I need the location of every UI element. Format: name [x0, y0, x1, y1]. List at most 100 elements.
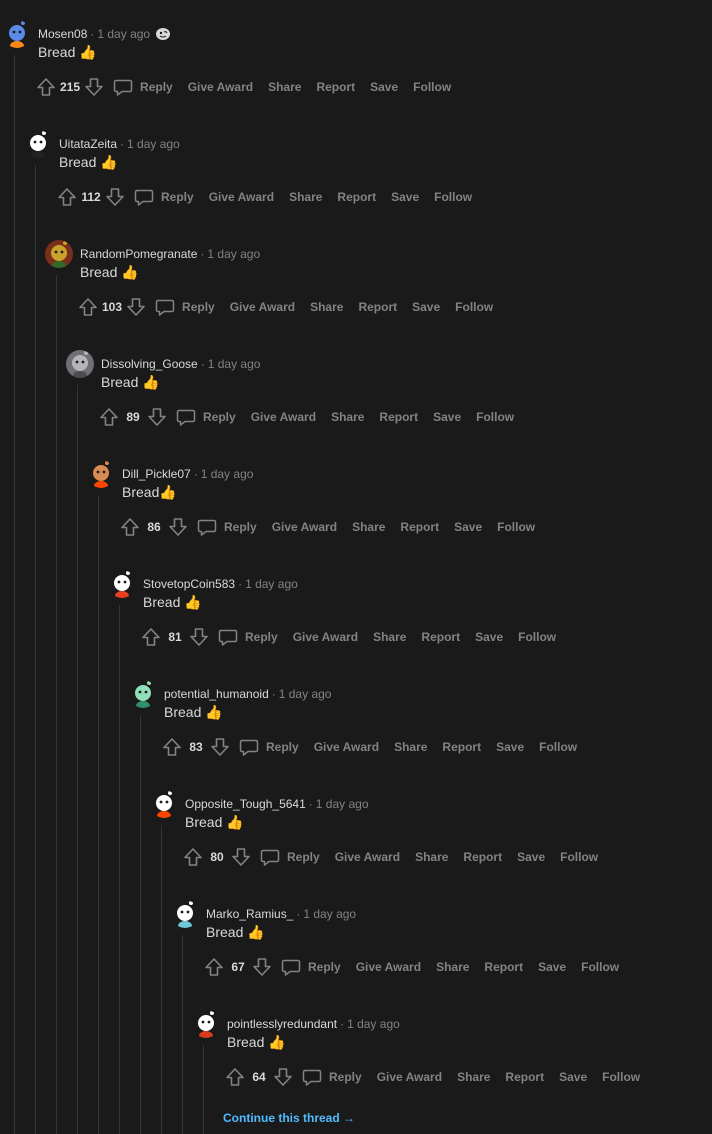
- avatar[interactable]: [3, 20, 31, 48]
- thread-line[interactable]: [14, 55, 15, 1134]
- report-button[interactable]: Report: [484, 960, 523, 974]
- save-button[interactable]: Save: [496, 740, 524, 754]
- give-award-button[interactable]: Give Award: [230, 300, 295, 314]
- avatar[interactable]: [192, 1010, 220, 1038]
- reply-button[interactable]: Reply: [302, 1067, 362, 1087]
- save-button[interactable]: Save: [517, 850, 545, 864]
- author-link[interactable]: Mosen08: [38, 27, 87, 41]
- downvote-button[interactable]: [83, 76, 105, 98]
- report-button[interactable]: Report: [442, 740, 481, 754]
- reply-button[interactable]: Reply: [260, 847, 320, 867]
- report-button[interactable]: Report: [400, 520, 439, 534]
- give-award-button[interactable]: Give Award: [356, 960, 421, 974]
- report-button[interactable]: Report: [316, 80, 355, 94]
- follow-button[interactable]: Follow: [518, 630, 556, 644]
- share-button[interactable]: Share: [415, 850, 448, 864]
- author-link[interactable]: Dissolving_Goose: [101, 357, 198, 371]
- timestamp[interactable]: 1 day ago: [97, 27, 150, 41]
- thread-line[interactable]: [56, 275, 57, 1134]
- avatar[interactable]: [129, 680, 157, 708]
- timestamp[interactable]: 1 day ago: [207, 247, 260, 261]
- avatar[interactable]: [24, 130, 52, 158]
- timestamp[interactable]: 1 day ago: [127, 137, 180, 151]
- timestamp[interactable]: 1 day ago: [201, 467, 254, 481]
- report-button[interactable]: Report: [505, 1070, 544, 1084]
- downvote-button[interactable]: [104, 186, 126, 208]
- share-button[interactable]: Share: [373, 630, 406, 644]
- share-button[interactable]: Share: [268, 80, 301, 94]
- author-link[interactable]: Marko_Ramius_: [206, 907, 293, 921]
- give-award-button[interactable]: Give Award: [314, 740, 379, 754]
- author-link[interactable]: StovetopCoin583: [143, 577, 235, 591]
- author-link[interactable]: pointlesslyredundant: [227, 1017, 337, 1031]
- share-button[interactable]: Share: [394, 740, 427, 754]
- share-button[interactable]: Share: [352, 520, 385, 534]
- timestamp[interactable]: 1 day ago: [347, 1017, 400, 1031]
- downvote-button[interactable]: [146, 406, 168, 428]
- reply-button[interactable]: Reply: [176, 407, 236, 427]
- share-button[interactable]: Share: [289, 190, 322, 204]
- upvote-button[interactable]: [35, 76, 57, 98]
- downvote-button[interactable]: [230, 846, 252, 868]
- give-award-button[interactable]: Give Award: [293, 630, 358, 644]
- thread-line[interactable]: [119, 605, 120, 1134]
- follow-button[interactable]: Follow: [434, 190, 472, 204]
- reply-button[interactable]: Reply: [281, 957, 341, 977]
- reply-button[interactable]: Reply: [113, 77, 173, 97]
- follow-button[interactable]: Follow: [476, 410, 514, 424]
- upvote-button[interactable]: [77, 296, 99, 318]
- save-button[interactable]: Save: [454, 520, 482, 534]
- save-button[interactable]: Save: [538, 960, 566, 974]
- downvote-button[interactable]: [125, 296, 147, 318]
- reply-button[interactable]: Reply: [197, 517, 257, 537]
- avatar[interactable]: [108, 570, 136, 598]
- downvote-button[interactable]: [272, 1066, 294, 1088]
- give-award-button[interactable]: Give Award: [188, 80, 253, 94]
- report-button[interactable]: Report: [421, 630, 460, 644]
- share-button[interactable]: Share: [436, 960, 469, 974]
- share-button[interactable]: Share: [331, 410, 364, 424]
- upvote-button[interactable]: [98, 406, 120, 428]
- avatar[interactable]: [87, 460, 115, 488]
- follow-button[interactable]: Follow: [602, 1070, 640, 1084]
- avatar[interactable]: [171, 900, 199, 928]
- follow-button[interactable]: Follow: [560, 850, 598, 864]
- timestamp[interactable]: 1 day ago: [316, 797, 369, 811]
- timestamp[interactable]: 1 day ago: [208, 357, 261, 371]
- save-button[interactable]: Save: [559, 1070, 587, 1084]
- thread-line[interactable]: [98, 495, 99, 1134]
- thread-line[interactable]: [35, 165, 36, 1134]
- give-award-button[interactable]: Give Award: [209, 190, 274, 204]
- author-link[interactable]: UitataZeita: [59, 137, 117, 151]
- author-link[interactable]: potential_humanoid: [164, 687, 269, 701]
- timestamp[interactable]: 1 day ago: [279, 687, 332, 701]
- share-button[interactable]: Share: [457, 1070, 490, 1084]
- upvote-button[interactable]: [182, 846, 204, 868]
- reply-button[interactable]: Reply: [218, 627, 278, 647]
- give-award-button[interactable]: Give Award: [377, 1070, 442, 1084]
- give-award-button[interactable]: Give Award: [335, 850, 400, 864]
- report-button[interactable]: Report: [463, 850, 502, 864]
- timestamp[interactable]: 1 day ago: [245, 577, 298, 591]
- downvote-button[interactable]: [167, 516, 189, 538]
- upvote-button[interactable]: [56, 186, 78, 208]
- upvote-button[interactable]: [119, 516, 141, 538]
- downvote-button[interactable]: [188, 626, 210, 648]
- thread-line[interactable]: [77, 385, 78, 1134]
- avatar[interactable]: [150, 790, 178, 818]
- upvote-button[interactable]: [161, 736, 183, 758]
- report-button[interactable]: Report: [379, 410, 418, 424]
- follow-button[interactable]: Follow: [497, 520, 535, 534]
- downvote-button[interactable]: [209, 736, 231, 758]
- share-button[interactable]: Share: [310, 300, 343, 314]
- author-link[interactable]: RandomPomegranate: [80, 247, 197, 261]
- reply-button[interactable]: Reply: [155, 297, 215, 317]
- reply-button[interactable]: Reply: [134, 187, 194, 207]
- save-button[interactable]: Save: [412, 300, 440, 314]
- save-button[interactable]: Save: [391, 190, 419, 204]
- save-button[interactable]: Save: [370, 80, 398, 94]
- upvote-button[interactable]: [203, 956, 225, 978]
- report-button[interactable]: Report: [358, 300, 397, 314]
- report-button[interactable]: Report: [337, 190, 376, 204]
- avatar[interactable]: [45, 240, 73, 268]
